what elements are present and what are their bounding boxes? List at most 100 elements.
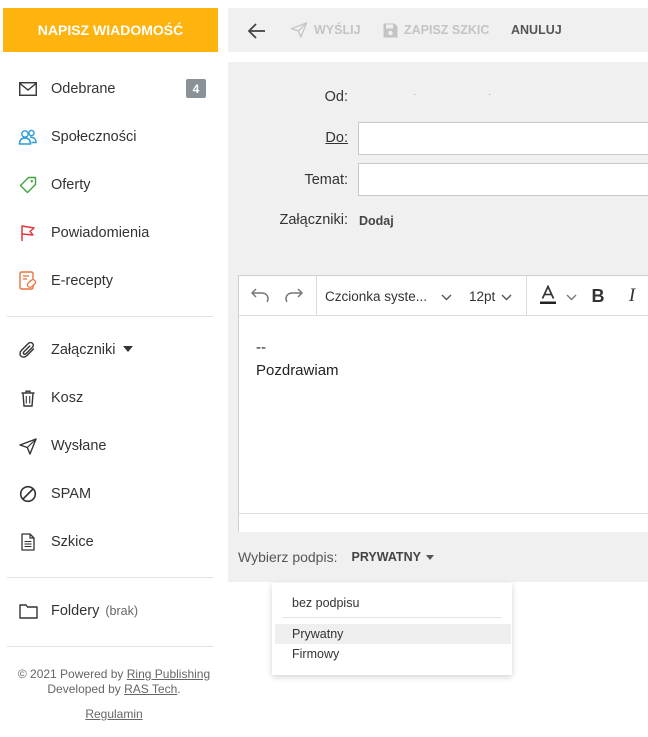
undo-icon <box>250 287 270 306</box>
from-value-redacted: · <box>488 89 492 100</box>
signature-label: Wybierz podpis: <box>238 549 338 565</box>
from-value-redacted: · <box>413 89 417 100</box>
footer-line-2: Developed by RAS Tech. <box>0 682 228 697</box>
subject-field[interactable] <box>358 163 648 196</box>
unread-count-badge: 4 <box>186 79 206 98</box>
sidebar-item-label: SPAM <box>51 486 92 502</box>
editor-toolbar: Czcionka syste... 12pt B I <box>239 276 648 316</box>
sidebar-item-attachments[interactable]: Załączniki <box>0 330 228 370</box>
compose-button[interactable]: NAPISZ WIADOMOŚĆ <box>3 8 218 52</box>
footer-credits: © 2021 Powered by Ring Publishing Develo… <box>0 667 228 697</box>
folders-count: (brak) <box>105 604 139 618</box>
footer-text: © 2021 Powered by <box>17 667 127 681</box>
save-draft-button[interactable]: ZAPISZ SZKIC <box>383 8 489 52</box>
to-field[interactable] <box>358 122 648 155</box>
sidebar-item-folders[interactable]: Foldery (brak) <box>0 591 228 631</box>
font-size-value: 12pt <box>469 288 496 304</box>
font-family-value: Czcionka syste... <box>325 288 428 304</box>
undo-button[interactable] <box>245 276 275 316</box>
paperclip-icon <box>18 340 38 360</box>
chevron-down-icon <box>566 288 577 304</box>
send-icon <box>18 436 38 456</box>
folders-label: Foldery <box>51 603 100 619</box>
flag-icon <box>18 223 38 243</box>
italic-icon: I <box>628 285 636 306</box>
editor-body[interactable]: -- Pozdrawiam <box>256 336 339 382</box>
sidebar-item-label: Społeczności <box>51 129 137 145</box>
dropdown-divider <box>282 617 502 618</box>
signature-separator: -- <box>256 339 266 356</box>
italic-button[interactable]: I <box>621 276 643 316</box>
to-label-link[interactable]: Do: <box>318 130 348 146</box>
sidebar-item-label: Kosz <box>51 390 84 406</box>
send-icon <box>290 22 308 38</box>
sidebar-item-label: Załączniki <box>51 342 134 358</box>
sidebar-item-erecepty[interactable]: E-recepty <box>0 261 228 301</box>
signature-option-business[interactable]: Firmowy <box>272 644 512 664</box>
text-color-button[interactable] <box>535 276 561 316</box>
footer-line-1: © 2021 Powered by Ring Publishing <box>0 667 228 682</box>
tag-icon <box>18 175 38 195</box>
add-attachment-link[interactable]: Dodaj <box>359 214 394 228</box>
sidebar-item-label: E-recepty <box>51 273 114 289</box>
sidebar-item-spam[interactable]: SPAM <box>0 474 228 514</box>
footer-terms: Regulamin <box>0 707 228 722</box>
sidebar-item-inbox[interactable]: Odebrane 4 <box>0 69 228 109</box>
sidebar-item-label: Oferty <box>51 177 91 193</box>
sidebar-item-trash[interactable]: Kosz <box>0 378 228 418</box>
text-color-icon <box>539 283 557 308</box>
font-size-select[interactable]: 12pt <box>469 276 519 316</box>
chevron-down-icon <box>441 288 452 304</box>
footer-text: Developed by <box>47 682 125 696</box>
toolbar-divider <box>526 276 527 316</box>
sidebar-item-drafts[interactable]: Szkice <box>0 522 228 562</box>
signature-text: Pozdrawiam <box>256 362 339 379</box>
sidebar-item-label: Foldery (brak) <box>51 603 138 619</box>
ring-publishing-link[interactable]: Ring Publishing <box>127 667 210 681</box>
from-label: Od: <box>324 89 348 105</box>
subject-label: Temat: <box>304 172 348 188</box>
save-draft-label: ZAPISZ SZKIC <box>404 23 490 37</box>
compose-panel: Od: · · Do: Temat: Załączniki: Dodaj Czc… <box>228 62 648 582</box>
envelope-icon <box>18 79 38 99</box>
sidebar-divider <box>7 316 213 317</box>
attachments-label: Załączniki <box>51 342 116 358</box>
terms-link[interactable]: Regulamin <box>85 707 142 721</box>
toolbar-divider <box>316 276 317 316</box>
document-icon <box>18 532 38 552</box>
attachments-label: Załączniki: <box>279 212 349 228</box>
text-color-dropdown[interactable] <box>563 276 579 316</box>
people-icon <box>18 127 38 147</box>
sidebar-item-sent[interactable]: Wysłane <box>0 426 228 466</box>
back-arrow-icon[interactable] <box>246 20 268 42</box>
floppy-disk-icon <box>383 23 398 38</box>
font-family-select[interactable]: Czcionka syste... <box>325 276 459 316</box>
cancel-button[interactable]: ANULUJ <box>511 8 562 52</box>
sidebar-item-label: Wysłane <box>51 438 107 454</box>
trash-icon <box>18 388 38 408</box>
bold-button[interactable]: B <box>587 276 609 316</box>
signature-dropdown[interactable]: PRYWATNY <box>351 550 434 564</box>
sidebar-item-offers[interactable]: Oferty <box>0 165 228 205</box>
editor-statusbar <box>239 513 648 532</box>
bold-icon: B <box>591 285 605 306</box>
sidebar-item-label: Powiadomienia <box>51 225 150 241</box>
sidebar-divider <box>7 577 213 578</box>
send-button[interactable]: WYŚLIJ <box>290 8 361 52</box>
block-icon <box>18 484 38 504</box>
footer-text: . <box>177 682 181 696</box>
sidebar-item-notifications[interactable]: Powiadomienia <box>0 213 228 253</box>
ras-tech-link[interactable]: RAS Tech <box>124 682 177 696</box>
chevron-down-icon <box>501 288 512 304</box>
chevron-down-icon <box>123 346 134 353</box>
chevron-down-icon <box>425 554 434 560</box>
signature-option-none[interactable]: bez podpisu <box>272 591 512 615</box>
signature-selector: Wybierz podpis: PRYWATNY <box>238 549 434 565</box>
sidebar-item-social[interactable]: Społeczności <box>0 117 228 157</box>
send-label: WYŚLIJ <box>314 23 361 37</box>
redo-button[interactable] <box>279 276 309 316</box>
sidebar-item-label: Szkice <box>51 534 94 550</box>
signature-selected-value: PRYWATNY <box>351 550 421 564</box>
signature-option-private[interactable]: Prywatny <box>275 624 511 644</box>
message-editor: Czcionka syste... 12pt B I -- Pozdrawiam <box>238 275 648 532</box>
